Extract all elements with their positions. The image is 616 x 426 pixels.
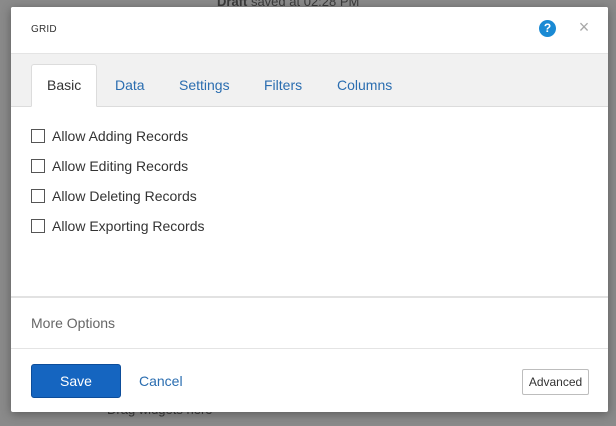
allow-exporting-checkbox[interactable] [31, 219, 45, 233]
dialog-header: GRID ? × [11, 7, 608, 54]
tab-bar: Basic Data Settings Filters Columns [11, 54, 608, 107]
allow-exporting-label[interactable]: Allow Exporting Records [52, 218, 205, 234]
cancel-button[interactable]: Cancel [139, 373, 183, 389]
allow-deleting-checkbox[interactable] [31, 189, 45, 203]
tab-settings[interactable]: Settings [179, 65, 230, 105]
allow-adding-checkbox[interactable] [31, 129, 45, 143]
allow-editing-checkbox[interactable] [31, 159, 45, 173]
tab-basic[interactable]: Basic [31, 64, 98, 107]
save-button[interactable]: Save [31, 364, 121, 398]
allow-adding-label[interactable]: Allow Adding Records [52, 128, 188, 144]
tab-columns[interactable]: Columns [337, 65, 392, 105]
option-allow-deleting[interactable]: Allow Deleting Records [31, 187, 197, 205]
dialog-title: GRID [31, 24, 57, 35]
grid-settings-dialog: GRID ? × Basic Data Settings Filters Col… [11, 7, 608, 412]
tab-panel-basic: Allow Adding Records Allow Editing Recor… [11, 107, 608, 296]
allow-editing-label[interactable]: Allow Editing Records [52, 158, 188, 174]
allow-deleting-label[interactable]: Allow Deleting Records [52, 188, 197, 204]
tab-filters[interactable]: Filters [264, 65, 302, 105]
option-allow-editing[interactable]: Allow Editing Records [31, 157, 188, 175]
tab-data[interactable]: Data [115, 65, 145, 105]
help-icon[interactable]: ? [539, 20, 556, 37]
close-icon[interactable]: × [576, 18, 592, 36]
footer-divider [11, 348, 608, 349]
more-options-toggle[interactable]: More Options [31, 315, 115, 331]
option-allow-exporting[interactable]: Allow Exporting Records [31, 217, 205, 235]
advanced-button[interactable]: Advanced [522, 369, 589, 395]
option-allow-adding[interactable]: Allow Adding Records [31, 127, 188, 145]
section-divider [11, 296, 608, 298]
